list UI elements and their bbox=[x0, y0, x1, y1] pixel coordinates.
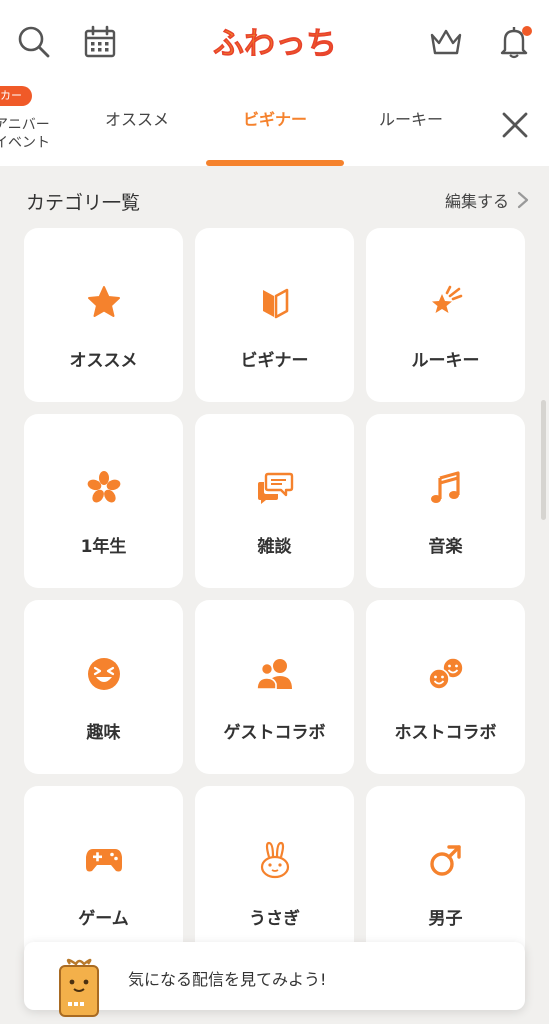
event-tab-line1: アニバー bbox=[0, 117, 50, 133]
music-note-icon bbox=[430, 471, 460, 503]
category-label: オススメ bbox=[69, 351, 138, 371]
category-card-male[interactable]: 男子 bbox=[366, 786, 525, 960]
male-symbol-icon bbox=[429, 845, 461, 876]
search-icon bbox=[18, 26, 50, 58]
category-card-music[interactable]: 音楽 bbox=[366, 414, 525, 588]
event-badge: カー bbox=[0, 86, 32, 106]
category-card-chat[interactable]: 雑談 bbox=[195, 414, 354, 588]
premium-button[interactable] bbox=[426, 20, 466, 64]
star-icon bbox=[87, 286, 120, 317]
crown-icon bbox=[430, 29, 462, 55]
rookie-star-icon bbox=[431, 285, 462, 313]
category-label: ゲーム bbox=[78, 909, 129, 929]
category-card-game[interactable]: ゲーム bbox=[24, 786, 183, 960]
category-label: ホストコラボ bbox=[394, 723, 497, 743]
category-label: 雑談 bbox=[257, 537, 292, 557]
category-label: うさぎ bbox=[249, 909, 300, 929]
edit-label: 編集する bbox=[444, 192, 509, 211]
category-list-title: カテゴリ一覧 bbox=[26, 192, 141, 214]
event-tab-line2: イベント bbox=[0, 135, 50, 151]
tab-osusume[interactable]: オススメ bbox=[100, 106, 174, 134]
category-card-beginner[interactable]: ビギナー bbox=[195, 228, 354, 402]
notification-dot bbox=[522, 26, 532, 36]
scrollbar[interactable] bbox=[541, 400, 546, 520]
category-card-hobby[interactable]: 趣味 bbox=[24, 600, 183, 774]
chat-bubbles-icon bbox=[257, 472, 293, 504]
category-label: 音楽 bbox=[428, 537, 463, 557]
recommendation-toast[interactable]: 気になる配信を見てみよう! bbox=[24, 942, 525, 1017]
tab-beginner[interactable]: ビギナー bbox=[236, 106, 314, 134]
category-card-guest-collab[interactable]: ゲストコラボ bbox=[195, 600, 354, 774]
gift-mascot-icon bbox=[59, 958, 99, 1017]
category-label: ゲストコラボ bbox=[223, 723, 326, 743]
category-card-host-collab[interactable]: ホストコラボ bbox=[366, 600, 525, 774]
category-label: ルーキー bbox=[411, 351, 480, 371]
people-icon bbox=[255, 659, 292, 690]
close-button[interactable] bbox=[494, 104, 536, 146]
rabbit-icon bbox=[260, 841, 289, 879]
category-card-osusume[interactable]: オススメ bbox=[24, 228, 183, 402]
category-card-rookie[interactable]: ルーキー bbox=[366, 228, 525, 402]
notification-button[interactable] bbox=[494, 20, 534, 64]
calendar-icon bbox=[84, 25, 116, 58]
category-label: 男子 bbox=[428, 909, 463, 929]
edit-categories-link[interactable]: 編集する bbox=[445, 188, 529, 212]
sakura-icon bbox=[87, 471, 120, 503]
calendar-button[interactable] bbox=[80, 20, 120, 64]
toast-message: 気になる配信を見てみよう! bbox=[128, 970, 327, 989]
search-button[interactable] bbox=[14, 20, 54, 64]
close-icon bbox=[502, 112, 528, 138]
category-label: 趣味 bbox=[86, 723, 121, 743]
laughing-face-icon bbox=[87, 658, 120, 690]
active-tab-indicator bbox=[206, 160, 344, 166]
category-label: 1年生 bbox=[80, 537, 127, 557]
category-card-first-year[interactable]: 1年生 bbox=[24, 414, 183, 588]
beginner-mark-icon bbox=[262, 288, 288, 319]
tab-event[interactable]: カー アニバー イベント bbox=[0, 84, 70, 166]
tab-rookie[interactable]: ルーキー bbox=[374, 106, 448, 134]
fuwacchi-logo: ふわっち bbox=[213, 26, 338, 63]
category-tabs: カー アニバー イベント オススメ ビギナー ルーキー bbox=[0, 84, 549, 166]
gamepad-icon bbox=[85, 849, 122, 872]
category-label: ビギナー bbox=[240, 351, 309, 371]
chevron-right-icon bbox=[517, 191, 529, 209]
smiley-pair-icon bbox=[427, 657, 464, 690]
category-card-rabbit[interactable]: うさぎ bbox=[195, 786, 354, 960]
top-bar: ふわっち bbox=[0, 0, 549, 84]
logo-text: ふわっち bbox=[213, 26, 337, 62]
